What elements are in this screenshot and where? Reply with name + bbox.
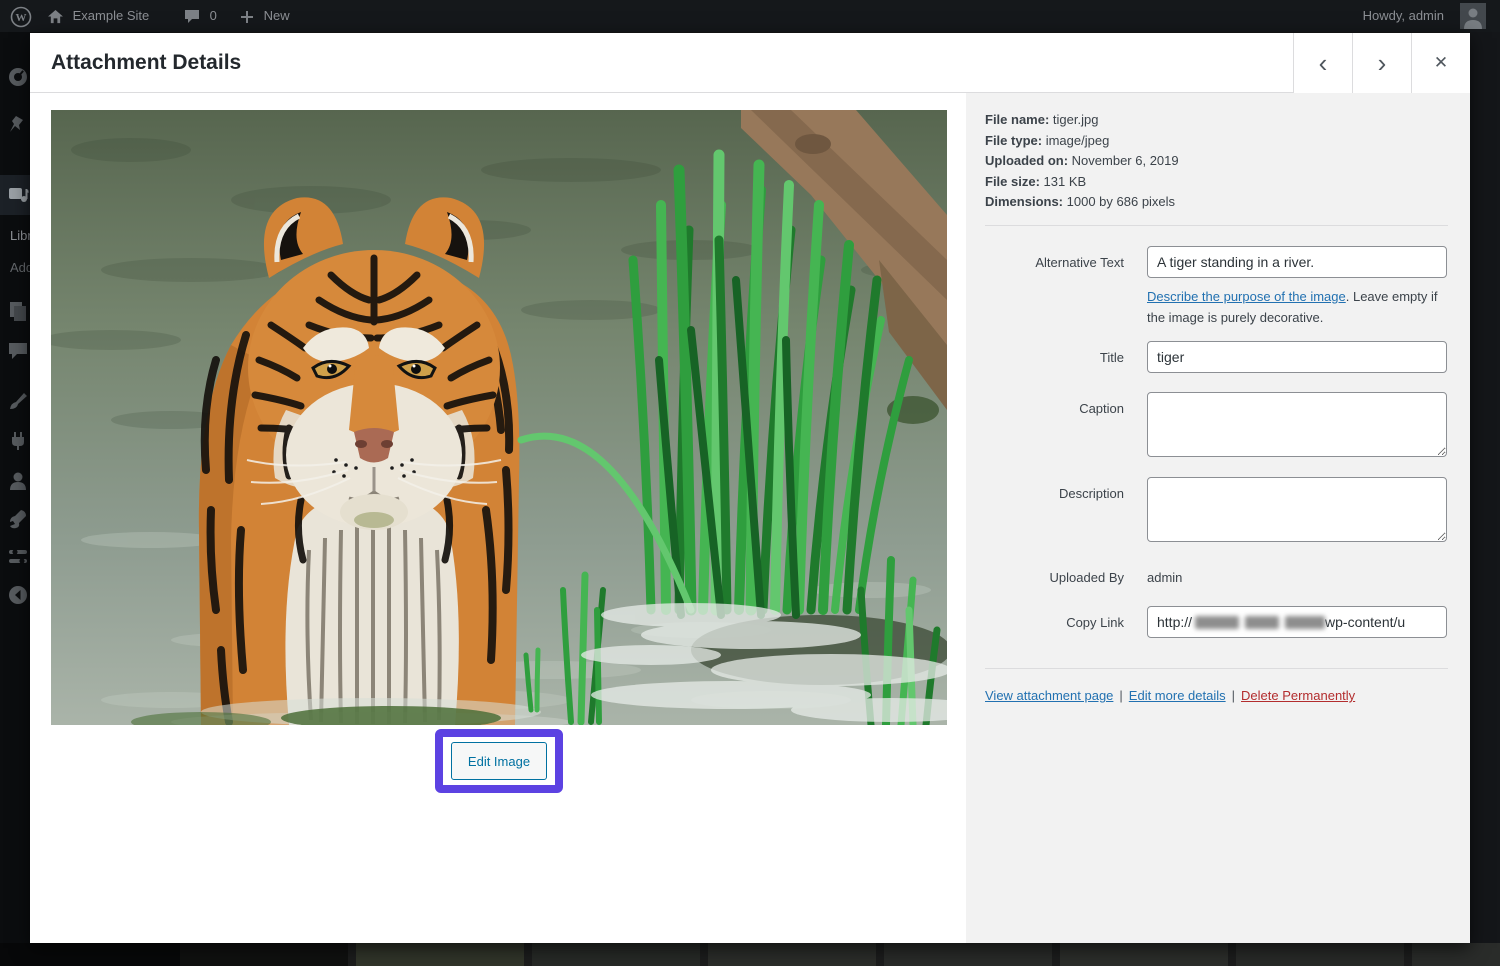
plus-icon <box>240 10 254 24</box>
alt-text-label: Alternative Text <box>985 246 1124 278</box>
next-attachment-button[interactable]: › <box>1352 33 1411 93</box>
close-modal-button[interactable]: ✕ <box>1411 33 1470 93</box>
edit-more-details-link[interactable]: Edit more details <box>1129 688 1226 703</box>
site-name: Example Site <box>73 8 150 23</box>
redacted-url-segment <box>1195 616 1239 629</box>
copy-link-input[interactable]: http://wp-content/u <box>1147 606 1447 638</box>
redacted-url-segment <box>1285 616 1325 629</box>
media-grid-thumbnail <box>708 943 876 966</box>
admin-bar: W Example Site 0 New Howdy, admin <box>0 0 1500 32</box>
edit-image-button[interactable]: Edit Image <box>451 742 547 780</box>
avatar[interactable] <box>1460 3 1486 29</box>
admin-bar-new-link[interactable]: New <box>240 0 290 32</box>
uploaded-by-row: Uploaded By admin <box>966 570 1182 585</box>
file-name-row: File name: tiger.jpg <box>985 110 1445 131</box>
modal-title: Attachment Details <box>51 33 241 92</box>
alt-text-row: Alternative Text <box>966 246 1447 278</box>
media-grid-thumbnail <box>532 943 700 966</box>
media-grid-thumbnail <box>180 943 348 966</box>
home-icon <box>48 10 63 24</box>
uploaded-on-row: Uploaded on: November 6, 2019 <box>985 151 1445 172</box>
svg-text:W: W <box>16 12 27 24</box>
pages-icon[interactable] <box>7 300 29 322</box>
attachment-actions: View attachment page|Edit more details|D… <box>985 688 1355 703</box>
file-type-row: File type: image/jpeg <box>985 131 1445 152</box>
admin-bar-site-link[interactable]: Example Site <box>48 0 149 32</box>
previous-attachment-button[interactable]: ‹ <box>1293 33 1352 93</box>
media-icon[interactable] <box>7 184 29 206</box>
edit-image-annotation-highlight: Edit Image <box>435 729 563 793</box>
overlay-bottom-strip <box>0 943 1500 966</box>
title-row: Title <box>966 341 1447 373</box>
delete-permanently-link[interactable]: Delete Permanently <box>1241 688 1355 703</box>
describe-purpose-link[interactable]: Describe the purpose of the image <box>1147 289 1346 304</box>
media-grid-thumbnail <box>884 943 1052 966</box>
description-row: Description <box>966 477 1447 547</box>
overlay-right-strip <box>1470 32 1500 966</box>
dimensions-row: Dimensions: 1000 by 686 pixels <box>985 192 1445 213</box>
attachment-file-details: File name: tiger.jpg File type: image/jp… <box>985 110 1445 213</box>
media-grid-thumbnail <box>1412 943 1500 966</box>
media-grid-thumbnail <box>0 943 180 966</box>
media-grid-thumbnail <box>1236 943 1404 966</box>
description-label: Description <box>985 477 1124 547</box>
admin-bar-account-link[interactable]: Howdy, admin <box>1363 0 1444 32</box>
comment-bubble-icon <box>184 9 200 24</box>
alt-text-input[interactable] <box>1147 246 1447 278</box>
redacted-url-segment <box>1245 616 1279 629</box>
copy-link-row: Copy Link http://wp-content/u <box>966 606 1447 638</box>
posts-pin-icon[interactable] <box>7 114 29 136</box>
admin-bar-comments-link[interactable]: 0 <box>184 0 217 32</box>
title-label: Title <box>985 341 1124 373</box>
description-textarea[interactable] <box>1147 477 1447 542</box>
title-input[interactable] <box>1147 341 1447 373</box>
plugins-icon[interactable] <box>7 430 29 452</box>
dashboard-icon[interactable] <box>7 65 29 87</box>
tools-wrench-icon[interactable] <box>7 508 29 530</box>
caption-textarea[interactable] <box>1147 392 1447 457</box>
sidebar-divider <box>985 225 1448 226</box>
wordpress-logo-icon[interactable]: W <box>10 0 32 32</box>
attachment-image-tiger <box>51 110 947 725</box>
modal-header: Attachment Details ‹ › ✕ <box>30 33 1470 93</box>
view-attachment-page-link[interactable]: View attachment page <box>985 688 1113 703</box>
uploaded-by-label: Uploaded By <box>985 570 1124 585</box>
settings-icon[interactable] <box>7 546 29 568</box>
uploaded-by-value: admin <box>1147 570 1182 585</box>
copy-link-label: Copy Link <box>985 606 1124 638</box>
file-size-row: File size: 131 KB <box>985 172 1445 193</box>
attachment-details-modal: Attachment Details ‹ › ✕ <box>30 33 1470 943</box>
users-icon[interactable] <box>7 470 29 492</box>
alt-text-help: Describe the purpose of the image. Leave… <box>1147 286 1449 328</box>
attachment-preview-pane: Edit Image <box>30 93 966 943</box>
new-label: New <box>264 8 290 23</box>
caption-label: Caption <box>985 392 1124 462</box>
appearance-brush-icon[interactable] <box>7 390 29 412</box>
sidebar-divider <box>985 668 1448 669</box>
modal-navigation: ‹ › ✕ <box>1293 33 1470 93</box>
media-grid-thumbnail <box>1060 943 1228 966</box>
comments-icon[interactable] <box>7 340 29 362</box>
caption-row: Caption <box>966 392 1447 462</box>
comment-count: 0 <box>210 8 217 23</box>
media-grid-thumbnail <box>356 943 524 966</box>
collapse-menu-icon[interactable] <box>7 584 29 606</box>
attachment-info-sidebar: File name: tiger.jpg File type: image/jp… <box>966 93 1470 943</box>
